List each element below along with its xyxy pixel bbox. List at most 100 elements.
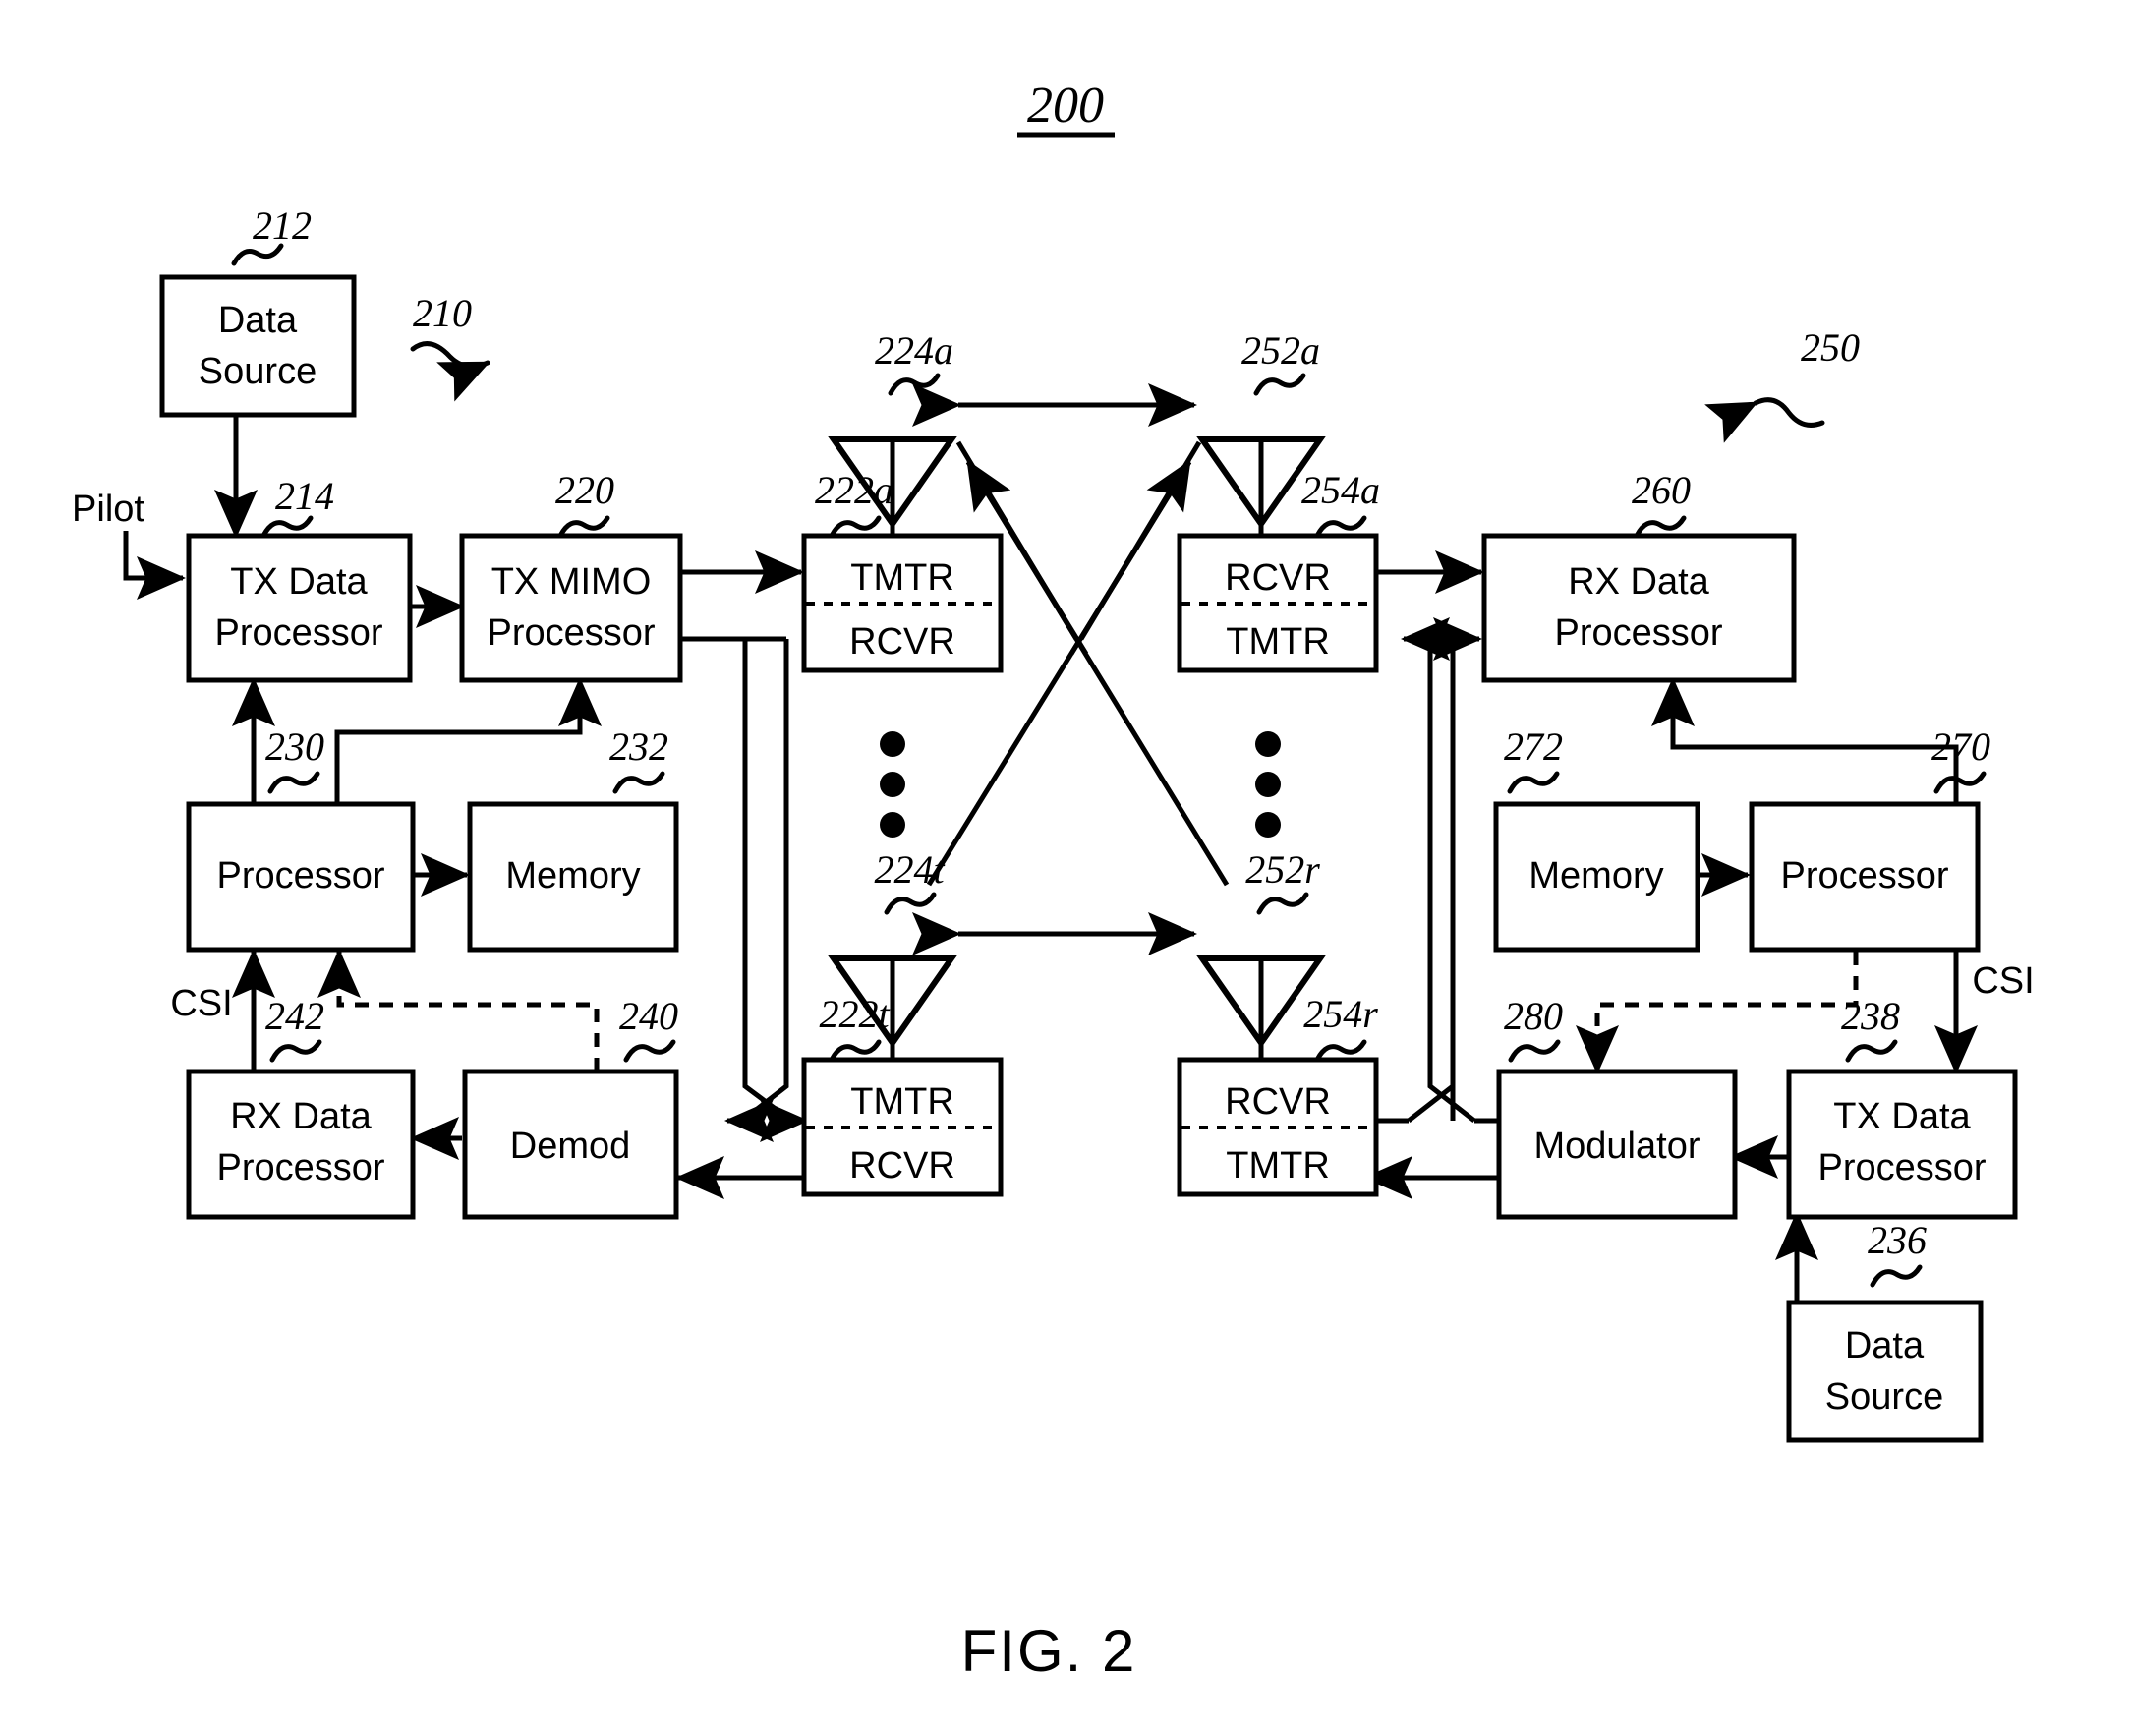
wire-mimo-to-tmtr-t-2	[740, 639, 789, 1123]
ref-250-text: 250	[1801, 325, 1860, 370]
ref-224a-text: 224a	[875, 328, 953, 373]
ref-230: 230	[265, 724, 324, 794]
block-memory-rx-label: Memory	[1528, 855, 1663, 897]
ref-214-text: 214	[275, 474, 334, 518]
wire-pilot-in	[123, 531, 187, 601]
block-txdp-rx-line1: TX Data	[1833, 1096, 1971, 1137]
ref-220-text: 220	[555, 468, 614, 512]
ref-210: 210	[410, 291, 490, 402]
block-rx-data-processor-rx[interactable]: RX Data Processor	[1481, 533, 1797, 683]
ref-272-text: 272	[1504, 724, 1563, 769]
ref-272: 272	[1504, 724, 1563, 794]
block-222a-tmtr: TMTR	[850, 557, 954, 599]
ref-210-text: 210	[413, 291, 472, 335]
ref-252r: 252r	[1245, 847, 1320, 915]
wire-vert-254-3	[1407, 1084, 1455, 1123]
ref-252r-text: 252r	[1245, 847, 1320, 892]
ref-224a: 224a	[875, 328, 953, 396]
block-demod-label: Demod	[510, 1126, 631, 1167]
ref-252a-text: 252a	[1241, 328, 1320, 373]
block-rxdp-rx-line1: RX Data	[1568, 561, 1709, 603]
ref-220: 220	[555, 468, 614, 539]
ref-254a-text: 254a	[1301, 468, 1380, 512]
block-memory-rx[interactable]: Memory	[1493, 801, 1700, 953]
block-rx-data-processor-tx[interactable]: RX Data Processor	[186, 1069, 416, 1220]
ref-254r: 254r	[1303, 992, 1378, 1063]
ellipsis-right	[1255, 731, 1281, 838]
ref-230-text: 230	[265, 724, 324, 769]
ref-212: 212	[231, 203, 312, 266]
ref-254r-text: 254r	[1303, 992, 1378, 1036]
ref-240: 240	[619, 994, 678, 1063]
block-mimo-line2: Processor	[487, 612, 655, 654]
block-txdp-line2: Processor	[214, 612, 382, 654]
block-modulator-label: Modulator	[1534, 1126, 1700, 1167]
csi-label-left: CSI	[170, 983, 232, 1024]
block-modulator[interactable]: Modulator	[1496, 1069, 1738, 1220]
block-processor-rx-label: Processor	[1780, 855, 1948, 897]
block-rxdp-rx-line2: Processor	[1554, 612, 1722, 654]
ref-280: 280	[1504, 994, 1563, 1063]
block-data-source-rx-line1: Data	[1845, 1325, 1925, 1366]
figure-caption: FIG. 2	[961, 1618, 1137, 1684]
wire-proc-to-mimo	[334, 676, 603, 804]
figure-number: 200	[1017, 78, 1115, 138]
block-processor-rx[interactable]: Processor	[1749, 801, 1981, 953]
block-254a-tmtr: TMTR	[1226, 621, 1330, 663]
block-222t-tmtr: TMTR	[850, 1081, 954, 1123]
ref-252a: 252a	[1241, 328, 1320, 396]
csi-label-right: CSI	[1972, 960, 2034, 1002]
ref-260-text: 260	[1632, 468, 1691, 512]
ref-270: 270	[1931, 724, 1990, 794]
block-rxdp-tx-line1: RX Data	[230, 1096, 372, 1137]
block-tmtr-rcvr-a[interactable]: TMTR RCVR	[801, 533, 1004, 673]
ref-254a: 254a	[1301, 468, 1380, 539]
block-memory-tx[interactable]: Memory	[467, 801, 679, 953]
block-222a-rcvr: RCVR	[849, 621, 955, 663]
block-rxdp-tx-line2: Processor	[216, 1147, 384, 1188]
block-254r-rcvr: RCVR	[1225, 1081, 1331, 1123]
ref-232: 232	[609, 724, 668, 794]
ref-236-text: 236	[1868, 1218, 1927, 1262]
block-data-source-tx-line2: Source	[199, 351, 317, 392]
block-data-source-rx[interactable]: Data Source	[1786, 1300, 1984, 1443]
ref-238-text: 238	[1841, 994, 1900, 1038]
wire-mimo-to-tmtr-t-1	[678, 636, 793, 1124]
ref-280-text: 280	[1504, 994, 1563, 1038]
ref-250: 250	[1704, 325, 1860, 443]
block-254r-tmtr: TMTR	[1226, 1145, 1330, 1186]
block-processor-tx[interactable]: Processor	[186, 801, 416, 953]
block-tx-data-processor-rx[interactable]: TX Data Processor	[1786, 1069, 2018, 1220]
block-memory-tx-label: Memory	[505, 855, 640, 897]
ref-242-text: 242	[265, 994, 324, 1038]
wire-proc-rx-to-rxdp	[1651, 676, 1959, 804]
block-diagram-svg: 200 212 210 214 220 222a 224a 252a 254a	[72, 78, 2035, 1684]
figure-number-text: 200	[1027, 78, 1104, 134]
ref-212-text: 212	[253, 203, 312, 248]
ref-222a: 222a	[815, 468, 893, 539]
ref-240-text: 240	[619, 994, 678, 1038]
ref-236: 236	[1868, 1218, 1927, 1288]
ref-224t-text: 224t	[874, 847, 945, 892]
ref-242: 242	[265, 994, 324, 1063]
block-data-source-tx-line1: Data	[218, 300, 298, 341]
ref-214: 214	[260, 474, 334, 539]
block-processor-tx-label: Processor	[216, 855, 384, 897]
patent-figure-canvas: 200 212 210 214 220 222a 224a 252a 254a	[0, 0, 2132, 1736]
block-rcvr-tmtr-a[interactable]: RCVR TMTR	[1177, 533, 1379, 673]
ref-232-text: 232	[609, 724, 668, 769]
block-222t-rcvr: RCVR	[849, 1145, 955, 1186]
block-rcvr-tmtr-r[interactable]: RCVR TMTR	[1177, 1057, 1379, 1197]
block-data-source-tx[interactable]: Data Source	[159, 274, 357, 418]
wire-proc-to-mod-dashed	[1575, 952, 1859, 1075]
block-tx-mimo-processor[interactable]: TX MIMO Processor	[459, 533, 683, 683]
block-tmtr-rcvr-t[interactable]: TMTR RCVR	[801, 1057, 1004, 1197]
pilot-label: Pilot	[72, 489, 144, 530]
block-tx-data-processor[interactable]: TX Data Processor	[186, 533, 413, 683]
block-demod[interactable]: Demod	[462, 1069, 679, 1220]
ref-260: 260	[1632, 468, 1691, 539]
wire-demod-to-proc-dashed	[317, 948, 600, 1071]
block-mimo-line1: TX MIMO	[491, 561, 652, 603]
ref-222t-text: 222t	[819, 992, 890, 1036]
block-254a-rcvr: RCVR	[1225, 557, 1331, 599]
